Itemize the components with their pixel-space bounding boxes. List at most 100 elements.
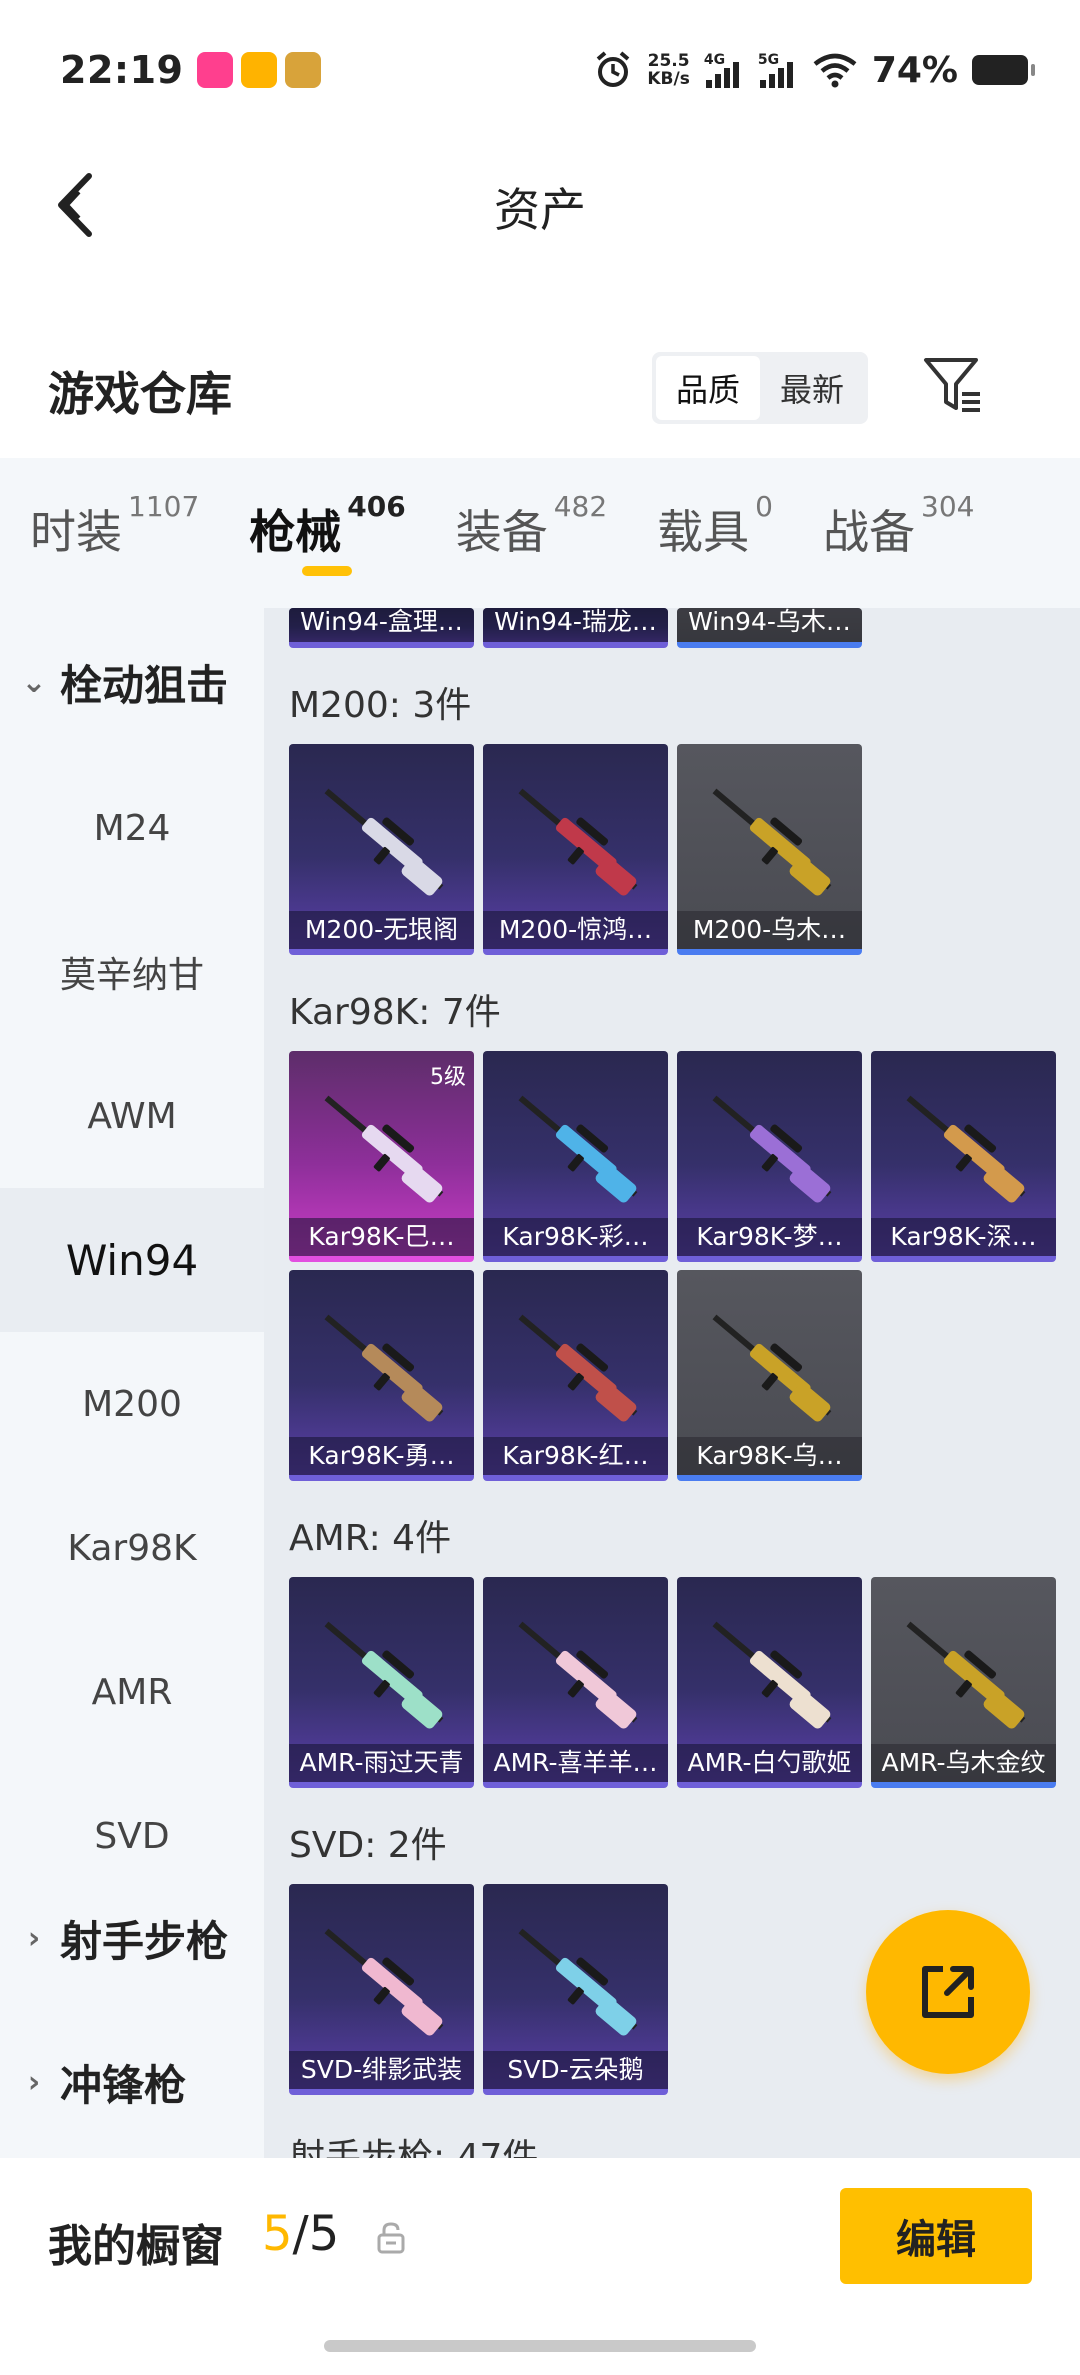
sidebar-item-mosin[interactable]: 莫辛纳甘 (0, 900, 264, 1044)
signal-5g-icon: 5G (758, 52, 798, 88)
sidebar-item-win94[interactable]: Win94 (0, 1188, 264, 1332)
tab-fashion[interactable]: 时装 1107 (30, 458, 199, 608)
weapon-card[interactable]: Win94-盒理… (289, 608, 474, 648)
section-title: 射手步枪: 47件 (289, 2137, 539, 2158)
sidebar-category-marksman[interactable]: › 射手步枪 (20, 1908, 228, 1969)
tab-label: 装备 (455, 505, 548, 559)
rifle-icon (324, 1095, 444, 1203)
sort-toggle: 品质 最新 (652, 352, 868, 424)
filter-button[interactable] (920, 352, 990, 422)
section-title: AMR: 4件 (289, 1518, 452, 1559)
tab-guns[interactable]: 枪械 406 (249, 458, 406, 608)
app-notification-icon (285, 52, 322, 88)
edit-button[interactable]: 编辑 (840, 2188, 1032, 2284)
rifle-icon (712, 788, 832, 896)
rifle-icon (712, 1621, 832, 1729)
sidebar-item-m200[interactable]: M200 (0, 1332, 264, 1476)
weapon-card[interactable]: M200-乌木… (677, 744, 862, 955)
sidebar-item-awm[interactable]: AWM (0, 1044, 264, 1188)
sidebar-item-m24[interactable]: M24 (0, 756, 264, 900)
weapon-card-label: Kar98K-红… (483, 1437, 668, 1475)
rifle-icon (324, 1928, 444, 2036)
sidebar-category-bolt-action[interactable]: ⌄ 栓动狙击 (20, 652, 228, 713)
alarm-icon (597, 51, 630, 87)
weapon-card-label: Kar98K-勇… (289, 1437, 474, 1475)
tab-count: 406 (347, 490, 406, 523)
rifle-icon (518, 1095, 638, 1203)
weapon-card[interactable]: Kar98K-乌… (677, 1270, 862, 1481)
weapon-card[interactable]: M200-无垠阁 (289, 744, 474, 955)
speed-unit: KB/s (647, 69, 690, 89)
tab-label: 战备 (823, 505, 915, 559)
filter-icon (924, 358, 980, 412)
tab-count: 482 (553, 490, 608, 523)
chevron-right-icon: › (27, 1921, 41, 1956)
app-notification-icon (197, 52, 234, 88)
sidebar-category-label: 射手步枪 (60, 1917, 229, 1966)
sort-option-latest[interactable]: 最新 (760, 356, 864, 420)
status-bar: 22:19 25.5 KB/s 4G 5G 74% (0, 0, 1080, 140)
weapon-card[interactable]: 5级 Kar98K-巳… (289, 1051, 474, 1262)
tab-equipment[interactable]: 装备 482 (456, 458, 607, 608)
showcase-separator: / (292, 2206, 309, 2262)
section-title: M200: 3件 (289, 685, 472, 726)
showcase-bar: 我的橱窗 5/5 编辑 (0, 2158, 1080, 2318)
share-button[interactable] (866, 1910, 1030, 2074)
tab-count: 304 (921, 490, 975, 523)
wifi-icon (813, 53, 857, 88)
category-tabs: 时装 1107 枪械 406 装备 482 载具 0 战备 304 (0, 458, 1080, 608)
section-title: Kar98K: 7件 (289, 992, 501, 1033)
sidebar-item-amr[interactable]: AMR (0, 1620, 264, 1764)
weapon-card[interactable]: Kar98K-梦… (677, 1051, 862, 1262)
tab-count: 1107 (128, 490, 200, 523)
showcase-label: 我的橱窗 (48, 2221, 224, 2272)
share-icon (922, 1966, 974, 2018)
weapon-card[interactable]: Kar98K-勇… (289, 1270, 474, 1481)
showcase-max: 5 (308, 2206, 340, 2262)
rifle-icon (712, 1314, 832, 1422)
rifle-icon (518, 1928, 638, 2036)
chevron-right-icon: › (27, 2065, 41, 2100)
weapon-card[interactable]: Win94-瑞龙… (483, 608, 668, 648)
sort-option-quality[interactable]: 品质 (656, 356, 760, 420)
lock-icon (377, 2222, 405, 2254)
weapon-card[interactable]: SVD-绯影武装 (289, 1884, 474, 2095)
sidebar-item-kar98k[interactable]: Kar98K (0, 1476, 264, 1620)
weapon-card-label: Win94-瑞龙… (483, 608, 668, 642)
weapon-card-label: Kar98K-深… (871, 1218, 1056, 1256)
sidebar-item-svd[interactable]: SVD (0, 1764, 264, 1908)
weapon-card[interactable]: Win94-乌木… (677, 608, 862, 648)
weapon-card[interactable]: Kar98K-深… (871, 1051, 1056, 1262)
weapon-card[interactable]: AMR-白勺歌姬 (677, 1577, 862, 1788)
rifle-icon (324, 1314, 444, 1422)
weapon-card[interactable]: AMR-雨过天青 (289, 1577, 474, 1788)
weapon-card-label: SVD-绯影武装 (289, 2051, 474, 2089)
showcase-current: 5 (262, 2206, 293, 2262)
weapon-card-label: Win94-盒理… (289, 608, 474, 642)
rifle-icon (518, 1314, 638, 1422)
weapon-card-label: Win94-乌木… (677, 608, 862, 642)
weapon-card-label: AMR-喜羊羊… (483, 1744, 668, 1782)
weapon-card[interactable]: Kar98K-红… (483, 1270, 668, 1481)
home-indicator[interactable] (324, 2340, 756, 2352)
weapon-card[interactable]: SVD-云朵鹅 (483, 1884, 668, 2095)
sidebar-category-smg[interactable]: › 冲锋枪 (20, 2052, 186, 2113)
weapon-card[interactable]: Kar98K-彩… (483, 1051, 668, 1262)
tab-vehicles[interactable]: 载具 0 (657, 458, 773, 608)
weapon-card[interactable]: M200-惊鸿… (483, 744, 668, 955)
weapon-card-label: SVD-云朵鹅 (483, 2051, 668, 2089)
showcase-count: 5/5 (262, 2206, 339, 2262)
section-title: SVD: 2件 (289, 1825, 447, 1866)
rifle-icon (712, 1095, 832, 1203)
tab-supplies[interactable]: 战备 304 (823, 458, 974, 608)
weapon-card-label: M200-惊鸿… (483, 911, 668, 949)
weapon-card-label: Kar98K-梦… (677, 1218, 862, 1256)
weapon-card[interactable]: AMR-乌木金纹 (871, 1577, 1056, 1788)
app-notification-icon (241, 52, 278, 88)
battery-text: 74% (871, 49, 958, 91)
rifle-icon (906, 1621, 1026, 1729)
tab-label: 枪械 (249, 505, 342, 559)
weapon-card[interactable]: AMR-喜羊羊… (483, 1577, 668, 1788)
app-header: 资产 (0, 140, 1080, 270)
page-title: 资产 (494, 183, 586, 237)
